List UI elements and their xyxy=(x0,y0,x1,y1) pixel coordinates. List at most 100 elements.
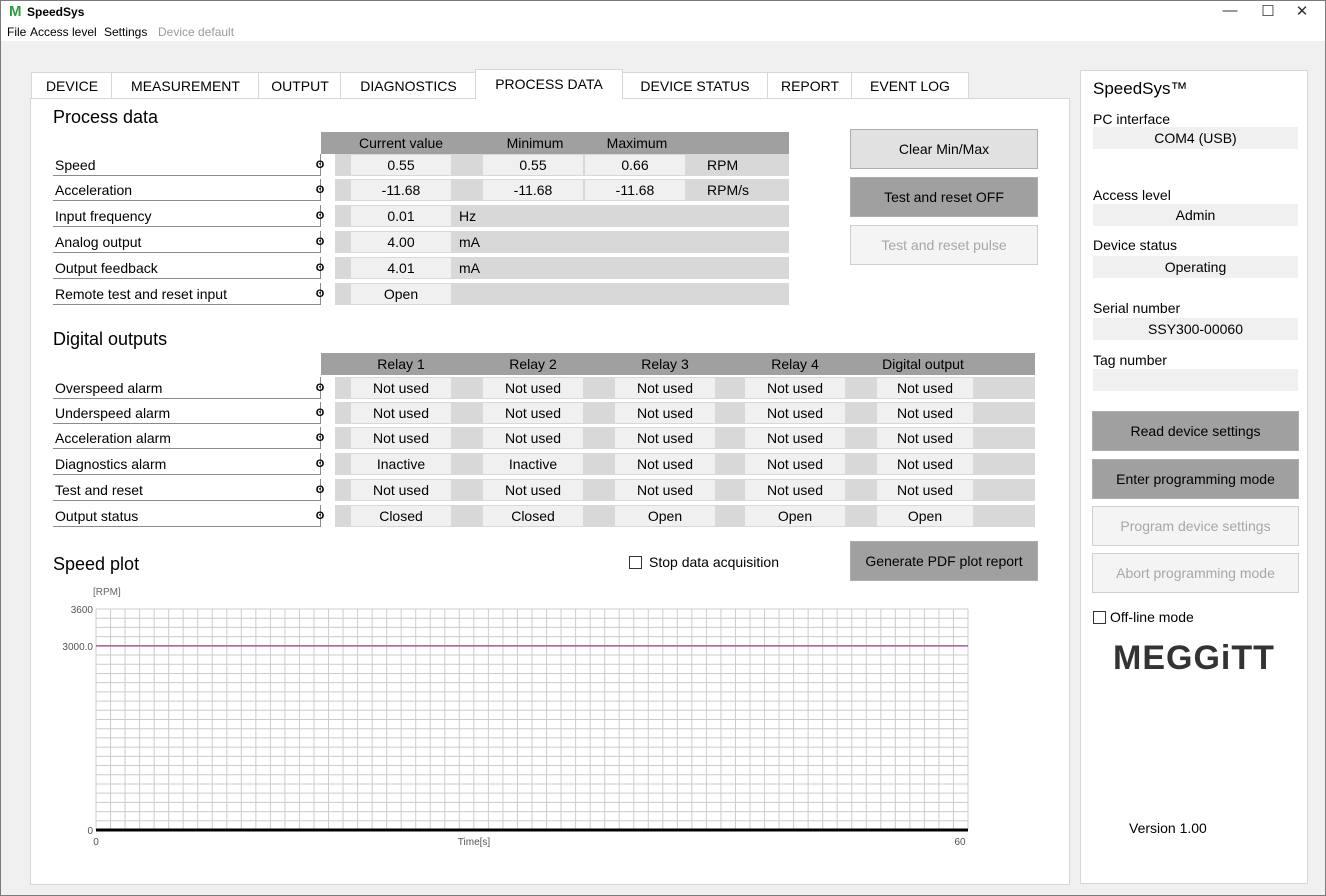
pd-label-output-feedback: Output feedback xyxy=(53,257,321,279)
serial-number-label: Serial number xyxy=(1093,300,1181,316)
info-icon[interactable]: ʘ xyxy=(313,283,327,305)
do-output-status-relay3: Open xyxy=(615,506,715,526)
pd-acceleration-max: -11.68 xyxy=(585,180,685,200)
do-diagnostics-digital: Not used xyxy=(877,454,973,474)
clear-min-max-button[interactable]: Clear Min/Max xyxy=(850,129,1038,169)
menu-access-level[interactable]: Access level xyxy=(30,25,97,39)
close-button[interactable]: ✕ xyxy=(1285,2,1319,20)
do-test-reset-relay2: Not used xyxy=(483,480,583,500)
info-icon[interactable]: ʘ xyxy=(313,257,327,279)
header-current-value: Current value xyxy=(358,135,444,151)
pd-label-input-frequency: Input frequency xyxy=(53,205,321,227)
menu-device-default[interactable]: Device default xyxy=(158,25,234,39)
side-panel: SpeedSys™ PC interface COM4 (USB) Access… xyxy=(1080,70,1308,884)
do-label-output-status: Output status xyxy=(53,505,321,527)
info-icon[interactable]: ʘ xyxy=(313,505,327,527)
info-icon[interactable]: ʘ xyxy=(313,402,327,424)
app-window: M SpeedSys — ☐ ✕ File Access level Setti… xyxy=(0,0,1326,896)
speed-plot-title: Speed plot xyxy=(53,554,140,574)
do-diagnostics-relay4: Not used xyxy=(745,454,845,474)
info-icon[interactable]: ʘ xyxy=(313,479,327,501)
do-test-reset-relay3: Not used xyxy=(615,480,715,500)
do-output-status-digital: Open xyxy=(877,506,973,526)
tab-device[interactable]: DEVICE xyxy=(31,72,113,99)
app-logo-icon: M xyxy=(9,3,22,20)
test-reset-pulse-button[interactable]: Test and reset pulse xyxy=(850,225,1038,265)
x-axis-label: Time[s] xyxy=(458,837,491,848)
menu-bar: File Access level Settings Device defaul… xyxy=(1,23,1325,41)
tab-event-log[interactable]: EVENT LOG xyxy=(851,72,969,99)
pc-interface-value: COM4 (USB) xyxy=(1093,127,1298,149)
header-relay-2: Relay 2 xyxy=(509,356,557,372)
info-icon[interactable]: ʘ xyxy=(313,154,327,176)
minimize-button[interactable]: — xyxy=(1213,2,1247,19)
side-title: SpeedSys™ xyxy=(1093,79,1188,98)
do-underspeed-digital: Not used xyxy=(877,403,973,423)
tab-diagnostics[interactable]: DIAGNOSTICS xyxy=(340,72,477,99)
info-icon[interactable]: ʘ xyxy=(313,179,327,201)
tag-number-label: Tag number xyxy=(1093,352,1167,368)
y-tick-label: 3600 xyxy=(71,605,94,616)
generate-pdf-button[interactable]: Generate PDF plot report xyxy=(850,541,1038,581)
abort-programming-mode-button[interactable]: Abort programming mode xyxy=(1092,553,1299,593)
maximize-button[interactable]: ☐ xyxy=(1251,2,1285,20)
y-unit-label: [RPM] xyxy=(93,587,121,598)
pd-acceleration-current: -11.68 xyxy=(351,180,451,200)
pd-label-acceleration: Acceleration xyxy=(53,179,321,201)
do-test-reset-digital: Not used xyxy=(877,480,973,500)
program-device-settings-button[interactable]: Program device settings xyxy=(1092,506,1299,546)
stop-acquisition-label: Stop data acquisition xyxy=(649,554,779,570)
stop-acquisition-checkbox[interactable] xyxy=(629,556,642,569)
app-title: SpeedSys xyxy=(27,5,85,19)
y-tick-label: 0 xyxy=(87,826,93,837)
tab-report[interactable]: REPORT xyxy=(767,72,853,99)
do-underspeed-relay1: Not used xyxy=(351,403,451,423)
do-acceleration-relay3: Not used xyxy=(615,428,715,448)
pd-label-analog-output: Analog output xyxy=(53,231,321,253)
header-relay-4: Relay 4 xyxy=(771,356,819,372)
do-diagnostics-relay2: Inactive xyxy=(483,454,583,474)
enter-programming-mode-button[interactable]: Enter programming mode xyxy=(1092,459,1299,499)
header-maximum: Maximum xyxy=(606,135,668,151)
pd-speed-unit: RPM xyxy=(707,157,739,173)
test-reset-off-button[interactable]: Test and reset OFF xyxy=(850,177,1038,217)
y-tick-label: 3000.0 xyxy=(62,642,93,653)
header-relay-1: Relay 1 xyxy=(377,356,425,372)
info-icon[interactable]: ʘ xyxy=(313,453,327,475)
tab-process-data[interactable]: PROCESS DATA xyxy=(475,69,623,99)
pd-speed-max: 0.66 xyxy=(585,155,685,175)
header-minimum: Minimum xyxy=(506,135,564,151)
digital-outputs-title: Digital outputs xyxy=(53,329,168,349)
info-icon[interactable]: ʘ xyxy=(313,427,327,449)
tab-output[interactable]: OUTPUT xyxy=(258,72,342,99)
pd-label-remote-test-reset: Remote test and reset input xyxy=(53,283,321,305)
do-underspeed-relay4: Not used xyxy=(745,403,845,423)
process-data-panel: Process data Current value Minimum Maxim… xyxy=(30,98,1070,885)
offline-mode-checkbox[interactable] xyxy=(1093,611,1106,624)
pd-output-feedback-current: 4.01 xyxy=(351,258,451,278)
offline-mode-label: Off-line mode xyxy=(1110,609,1194,625)
info-icon[interactable]: ʘ xyxy=(313,205,327,227)
serial-number-value: SSY300-00060 xyxy=(1093,318,1298,340)
pd-input-frequency-current: 0.01 xyxy=(351,206,451,226)
x-tick-label: 0 xyxy=(93,837,99,848)
tab-device-status[interactable]: DEVICE STATUS xyxy=(621,72,769,99)
do-label-overspeed: Overspeed alarm xyxy=(53,377,321,399)
access-level-label: Access level xyxy=(1093,187,1171,203)
pd-output-feedback-unit: mA xyxy=(459,260,480,276)
title-bar: M SpeedSys — ☐ ✕ xyxy=(1,1,1325,23)
do-overspeed-relay4: Not used xyxy=(745,378,845,398)
info-icon[interactable]: ʘ xyxy=(313,377,327,399)
do-acceleration-digital: Not used xyxy=(877,428,973,448)
read-device-settings-button[interactable]: Read device settings xyxy=(1092,411,1299,451)
do-underspeed-relay2: Not used xyxy=(483,403,583,423)
device-status-label: Device status xyxy=(1093,237,1178,253)
menu-file[interactable]: File xyxy=(7,25,26,39)
info-icon[interactable]: ʘ xyxy=(313,231,327,253)
pd-acceleration-min: -11.68 xyxy=(483,180,583,200)
do-test-reset-relay4: Not used xyxy=(745,480,845,500)
menu-settings[interactable]: Settings xyxy=(104,25,147,39)
device-status-value: Operating xyxy=(1093,256,1298,278)
pc-interface-label: PC interface xyxy=(1093,111,1171,127)
tab-measurement[interactable]: MEASUREMENT xyxy=(111,72,260,99)
